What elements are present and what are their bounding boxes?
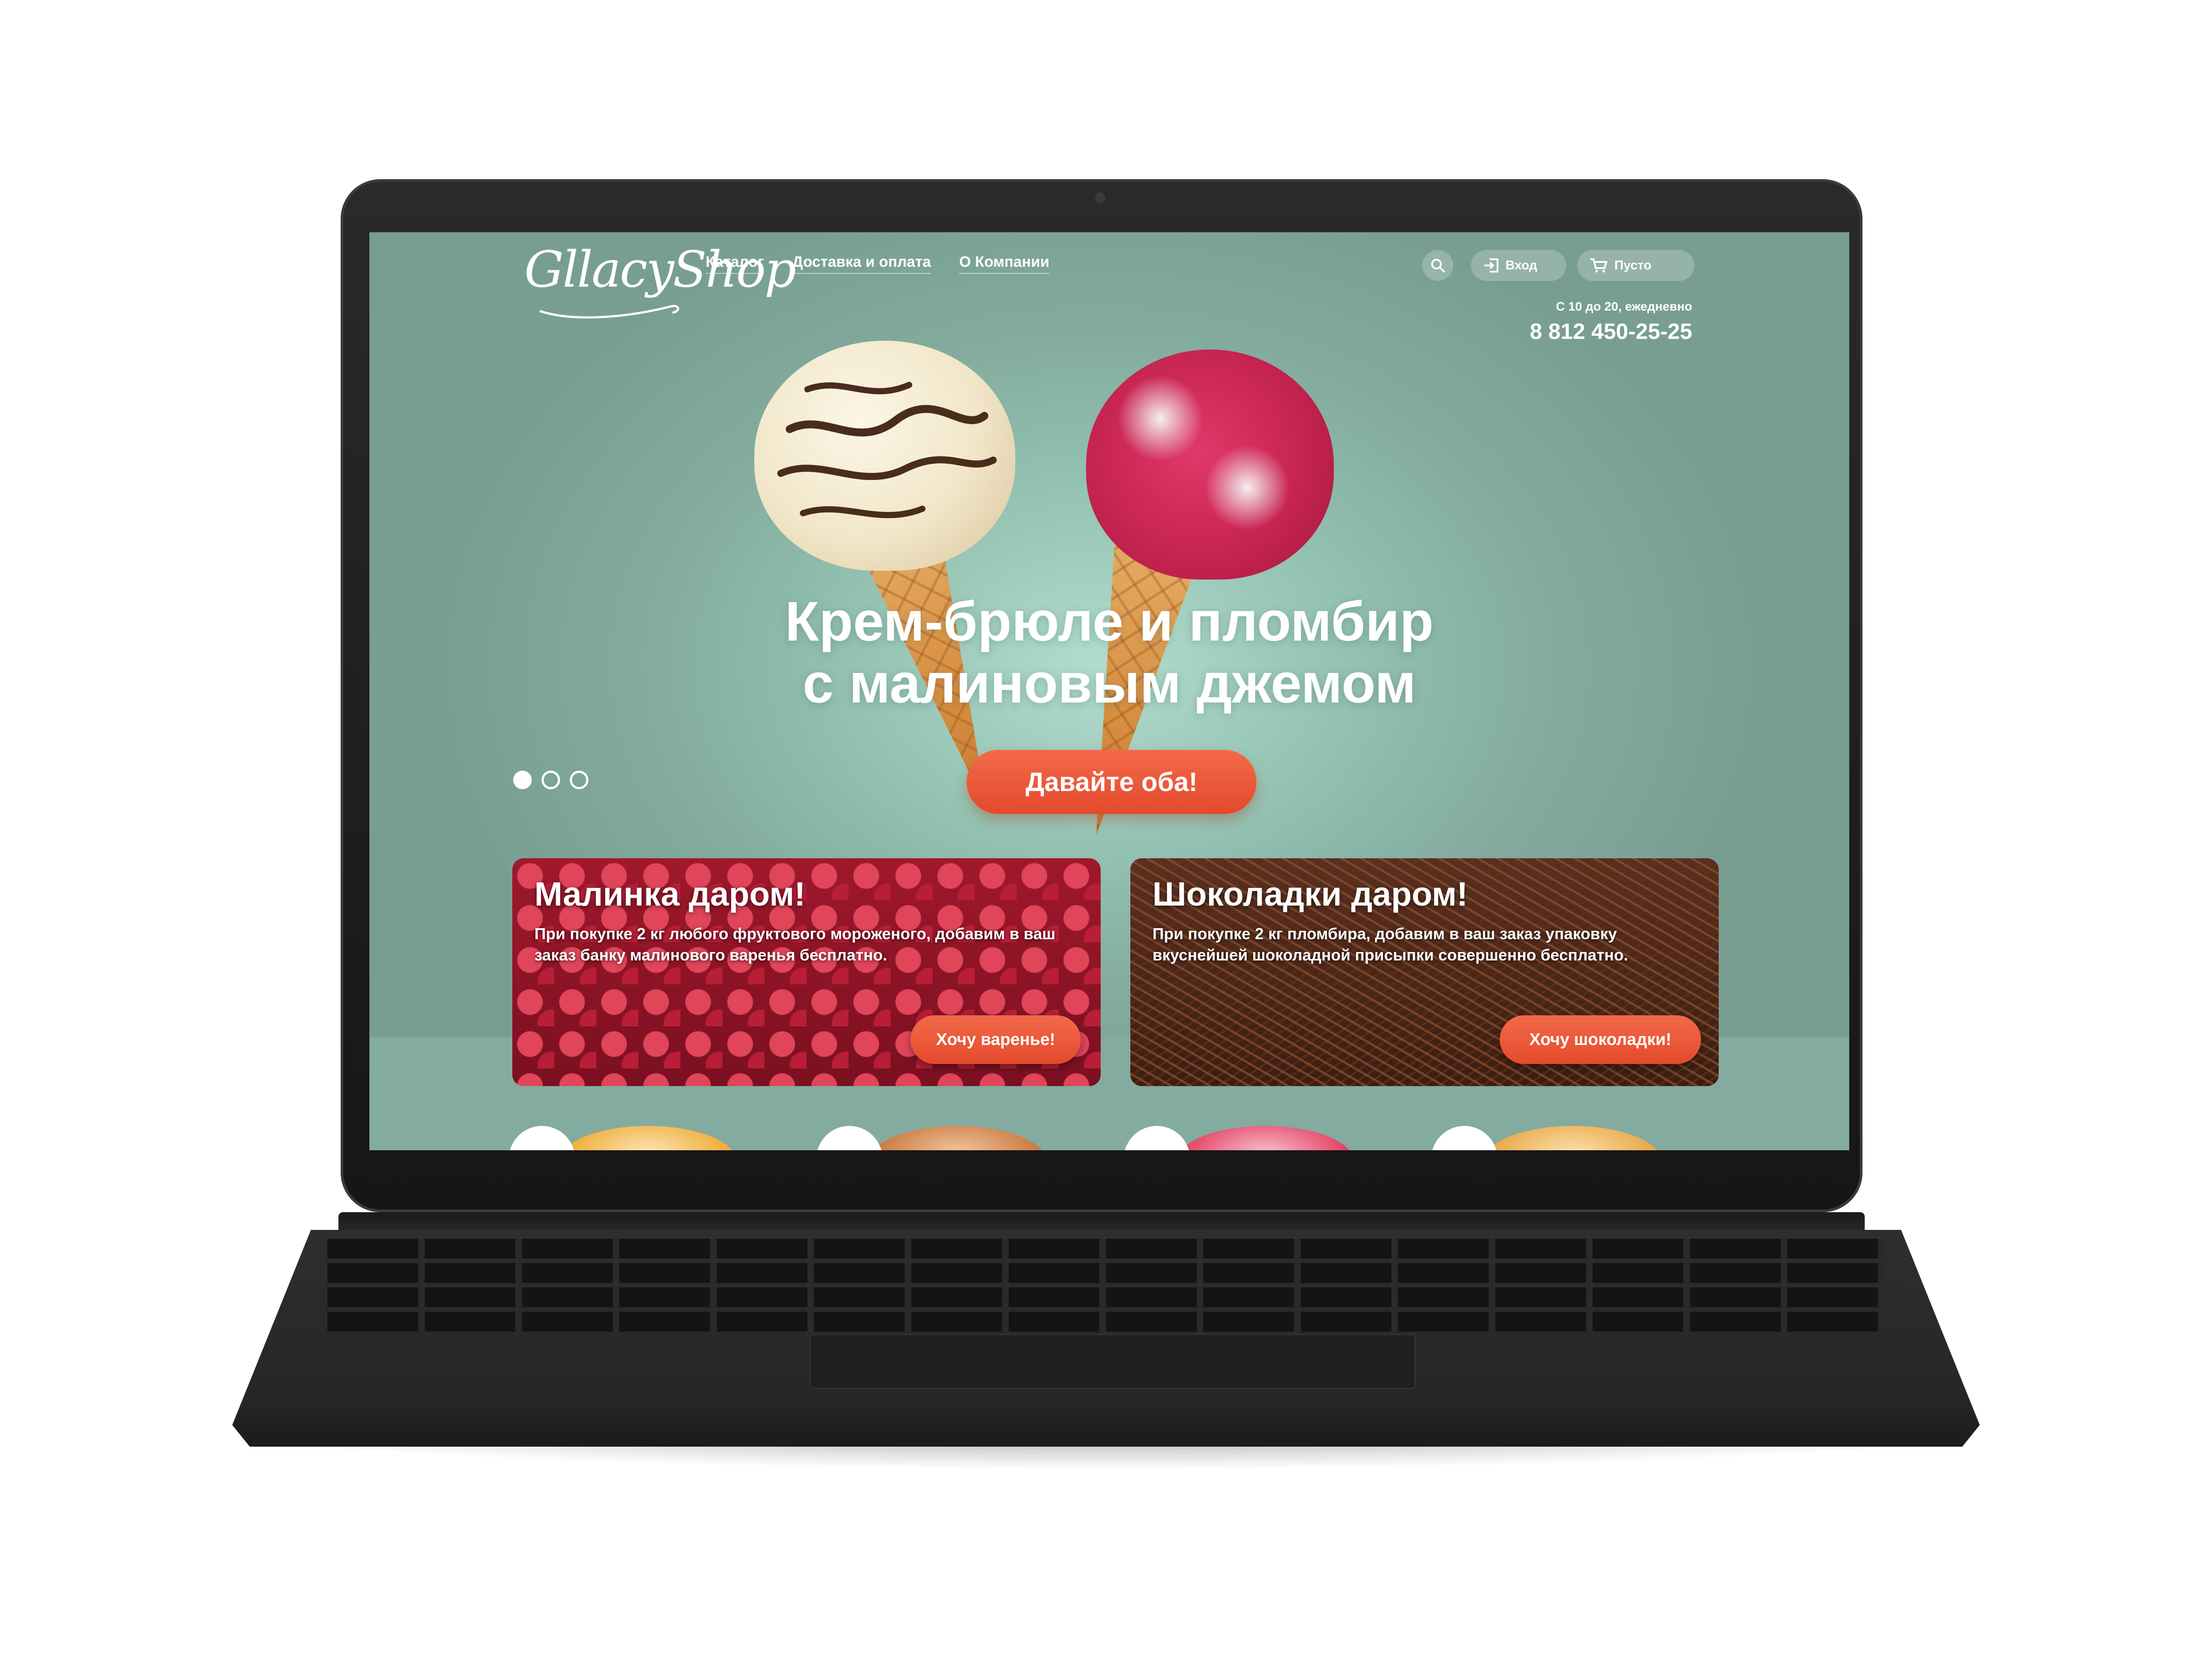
want-jam-button[interactable]: Хочу варенье! bbox=[910, 1015, 1081, 1064]
nav-delivery[interactable]: Доставка и оплата bbox=[792, 253, 931, 274]
product-image[interactable] bbox=[869, 1126, 1046, 1150]
hero-title: Крем-брюле и пломбир с малиновым джемом bbox=[369, 591, 1849, 714]
product-image[interactable] bbox=[1177, 1126, 1354, 1150]
cart-label: Пусто bbox=[1614, 258, 1651, 273]
working-hours: С 10 до 20, ежедневно bbox=[1555, 300, 1692, 313]
nav-catalog[interactable]: Каталог bbox=[706, 253, 764, 274]
product-badge bbox=[509, 1126, 575, 1150]
promo-title: Шоколадки даром! bbox=[1152, 876, 1468, 913]
cart-icon bbox=[1590, 258, 1608, 273]
promo-title: Малинка даром! bbox=[534, 876, 806, 913]
main-nav: Каталог Доставка и оплата О Компании bbox=[706, 253, 1050, 274]
login-button[interactable]: Вход bbox=[1471, 250, 1566, 281]
slider-dot-1[interactable] bbox=[513, 771, 532, 789]
login-label: Вход bbox=[1505, 258, 1537, 273]
promo-text: При покупке 2 кг пломбира, добавим в ваш… bbox=[1152, 925, 1628, 964]
phone-number[interactable]: 8 812 450-25-25 bbox=[1530, 319, 1692, 344]
nav-about[interactable]: О Компании bbox=[959, 253, 1050, 274]
promo-card-chocolate: Шоколадки даром! При покупке 2 кг пломби… bbox=[1130, 858, 1719, 1086]
slider-dot-3[interactable] bbox=[570, 771, 588, 789]
website-screen: GllacyShop Каталог Доставка и оплата О К… bbox=[369, 232, 1849, 1150]
search-button[interactable] bbox=[1422, 250, 1453, 281]
slider-dots bbox=[513, 771, 588, 789]
product-badge bbox=[1124, 1126, 1190, 1150]
keyboard-keys bbox=[327, 1239, 1885, 1336]
hero-title-line-2: с малиновым джемом bbox=[803, 652, 1416, 714]
cart-button[interactable]: Пусто bbox=[1577, 250, 1694, 281]
product-badge bbox=[1431, 1126, 1498, 1150]
trackpad bbox=[810, 1334, 1416, 1389]
product-badge bbox=[816, 1126, 883, 1150]
promo-text: При покупке 2 кг любого фруктового морож… bbox=[534, 925, 1056, 964]
logo-swash-icon bbox=[539, 305, 679, 319]
slider-dot-2[interactable] bbox=[541, 771, 560, 789]
promo-card-raspberry: Малинка даром! При покупке 2 кг любого ф… bbox=[512, 858, 1101, 1086]
hero-cta-button[interactable]: Давайте оба! bbox=[967, 750, 1256, 814]
camera bbox=[1095, 192, 1106, 203]
login-icon bbox=[1484, 258, 1498, 273]
raspberry-scoop bbox=[1086, 349, 1334, 580]
creme-brulee-scoop bbox=[754, 341, 1015, 571]
search-icon bbox=[1431, 259, 1445, 273]
product-image[interactable] bbox=[1484, 1126, 1661, 1150]
want-chocolate-button[interactable]: Хочу шоколадки! bbox=[1500, 1015, 1701, 1064]
hero-title-line-1: Крем-брюле и пломбир bbox=[785, 590, 1434, 653]
product-image[interactable] bbox=[560, 1126, 737, 1150]
